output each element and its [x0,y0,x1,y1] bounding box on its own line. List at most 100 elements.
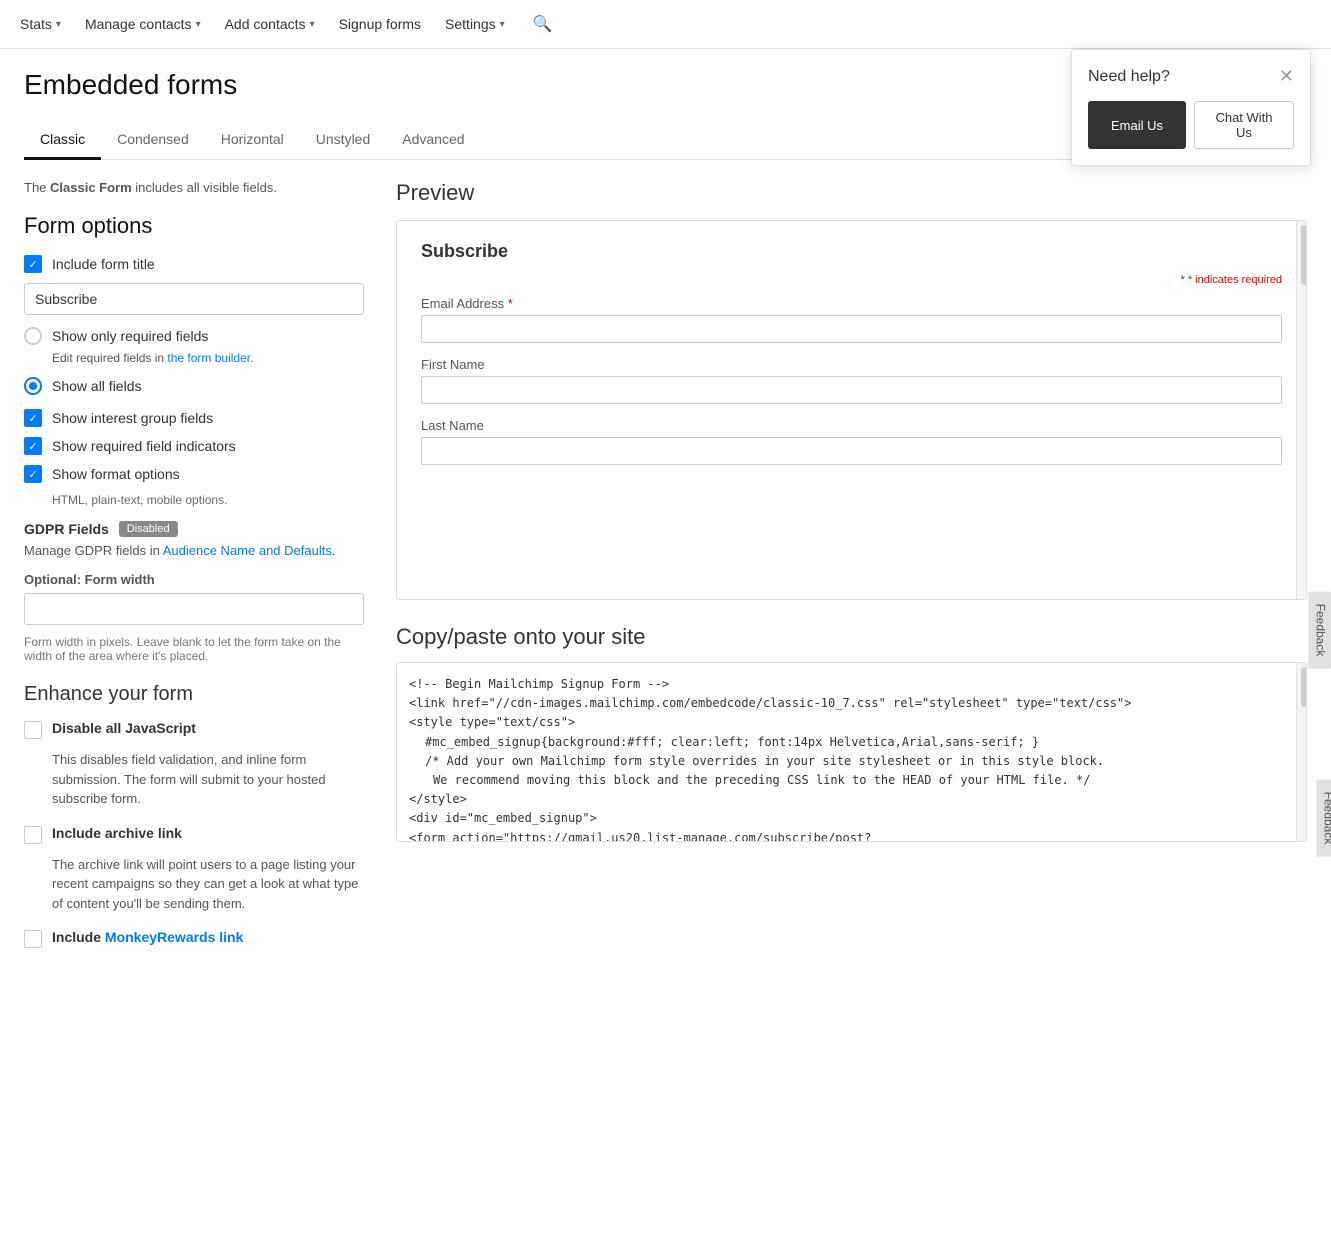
show-all-radio[interactable] [24,377,42,395]
code-scrollbar-thumb [1301,667,1307,707]
nav-settings-label: Settings [445,16,496,32]
show-required-indicators-label: Show required field indicators [52,438,236,454]
form-width-hint: Form width in pixels. Leave blank to let… [24,635,364,663]
code-line-7: </style> [409,790,1280,809]
help-popup-header: Need help? ✕ [1088,66,1294,87]
show-format-hint: HTML, plain-text, mobile options. [52,493,364,507]
include-form-title-label: Include form title [52,256,155,272]
lastname-preview-input[interactable] [421,437,1282,465]
archive-link-item: Include archive link The archive link wi… [24,825,364,914]
code-scrollbar[interactable] [1296,663,1306,841]
archive-link-label: Include archive link [52,825,182,841]
nav-manage-contacts-chevron: ▾ [196,19,201,30]
show-all-label: Show all fields [52,378,142,394]
email-us-button[interactable]: Email Us [1088,101,1186,149]
gdpr-link[interactable]: Audience Name and Defaults [163,543,332,558]
help-close-button[interactable]: ✕ [1279,66,1294,87]
disable-js-desc: This disables field validation, and inli… [52,750,364,809]
code-line-9: <form action="https://gmail.us20.list-ma… [409,829,1280,843]
top-nav: Stats ▾ Manage contacts ▾ Add contacts ▾… [0,0,1331,49]
code-line-4: #mc_embed_signup{background:#fff; clear:… [409,733,1280,752]
nav-add-contacts-chevron: ▾ [310,19,315,30]
code-line-6: We recommend moving this block and the p… [409,771,1280,790]
preview-title: Preview [396,180,1307,206]
left-panel: The Classic Form includes all visible fi… [24,180,364,965]
monkey-rewards-row: Include MonkeyRewards link [24,929,364,949]
archive-link-desc: The archive link will point users to a p… [52,855,364,914]
form-width-label: Optional: Form width [24,572,364,587]
edit-hint: Edit required fields in the form builder… [52,351,364,365]
nav-add-contacts[interactable]: Add contacts ▾ [225,16,315,32]
show-format-checkbox[interactable] [24,465,42,483]
show-interest-row: Show interest group fields [24,409,364,427]
form-builder-link[interactable]: the form builder [167,351,250,365]
disable-js-label: Disable all JavaScript [52,720,196,736]
show-required-radio[interactable] [24,327,42,345]
nav-settings-chevron: ▾ [500,19,505,30]
show-required-indicators-row: Show required field indicators [24,437,364,455]
gdpr-label: GDPR Fields [24,521,109,537]
show-required-indicators-checkbox[interactable] [24,437,42,455]
copy-title: Copy/paste onto your site [396,624,1307,650]
firstname-preview-input[interactable] [421,376,1282,404]
main-layout: The Classic Form includes all visible fi… [24,180,1307,965]
required-note: * * indicates required [421,274,1282,286]
monkey-rewards-item: Include MonkeyRewards link [24,929,364,949]
nav-signup-forms[interactable]: Signup forms [339,16,421,32]
form-options-title: Form options [24,213,364,239]
monkey-rewards-link[interactable]: MonkeyRewards link [105,929,244,945]
show-interest-checkbox[interactable] [24,409,42,427]
tab-condensed[interactable]: Condensed [101,121,205,160]
tab-unstyled[interactable]: Unstyled [300,121,386,160]
email-preview-input[interactable] [421,315,1282,343]
chat-with-us-button[interactable]: Chat With Us [1194,101,1294,149]
help-popup: Need help? ✕ Email Us Chat With Us [1071,49,1311,166]
right-panel: Preview Subscribe * * indicates required… [396,180,1307,965]
code-line-8: <div id="mc_embed_signup"> [409,809,1280,828]
nav-manage-contacts[interactable]: Manage contacts ▾ [85,16,201,32]
include-form-title-checkbox[interactable] [24,255,42,273]
form-title-input[interactable] [24,283,364,315]
gdpr-hint: Manage GDPR fields in Audience Name and … [24,543,364,558]
form-width-input[interactable] [24,593,364,625]
disable-js-checkbox[interactable] [24,721,42,739]
code-line-1: <!-- Begin Mailchimp Signup Form --> [409,675,1280,694]
code-box: <!-- Begin Mailchimp Signup Form --> <li… [396,662,1307,842]
enhance-title: Enhance your form [24,683,364,706]
nav-stats[interactable]: Stats ▾ [20,16,61,32]
show-format-label: Show format options [52,466,180,482]
tab-classic[interactable]: Classic [24,121,101,160]
nav-manage-contacts-label: Manage contacts [85,16,192,32]
intro-text: The Classic Form includes all visible fi… [24,180,364,195]
disable-js-item: Disable all JavaScript This disables fie… [24,720,364,809]
archive-link-checkbox[interactable] [24,826,42,844]
nav-signup-forms-label: Signup forms [339,16,421,32]
show-all-row: Show all fields [24,377,364,395]
disable-js-row: Disable all JavaScript [24,720,364,740]
show-required-row: Show only required fields [24,327,364,345]
feedback-tab-1[interactable]: Feedback [1309,591,1331,668]
code-line-5: /* Add your own Mailchimp form style ove… [409,752,1280,771]
show-required-label: Show only required fields [52,328,208,344]
code-content[interactable]: <!-- Begin Mailchimp Signup Form --> <li… [409,675,1294,842]
archive-link-row: Include archive link [24,825,364,845]
preview-scrollbar-thumb [1301,225,1307,285]
feedback-tab-2[interactable]: Feedback [1317,780,1331,857]
nav-add-contacts-label: Add contacts [225,16,306,32]
tab-horizontal[interactable]: Horizontal [205,121,300,160]
monkey-rewards-label: Include MonkeyRewards link [52,929,243,945]
help-popup-title: Need help? [1088,68,1170,86]
monkey-rewards-checkbox[interactable] [24,930,42,948]
tab-advanced[interactable]: Advanced [386,121,480,160]
gdpr-row: GDPR Fields Disabled [24,521,364,537]
firstname-label: First Name [421,357,1282,372]
lastname-label: Last Name [421,418,1282,433]
show-format-row: Show format options [24,465,364,483]
nav-settings[interactable]: Settings ▾ [445,16,505,32]
gdpr-badge: Disabled [119,521,178,537]
preview-scrollbar[interactable] [1296,221,1306,599]
subscribe-title: Subscribe [421,241,1282,262]
email-label: Email Address * [421,296,1282,311]
page-container: Embedded forms Classic Condensed Horizon… [0,49,1331,985]
search-icon[interactable]: 🔍 [533,14,553,34]
